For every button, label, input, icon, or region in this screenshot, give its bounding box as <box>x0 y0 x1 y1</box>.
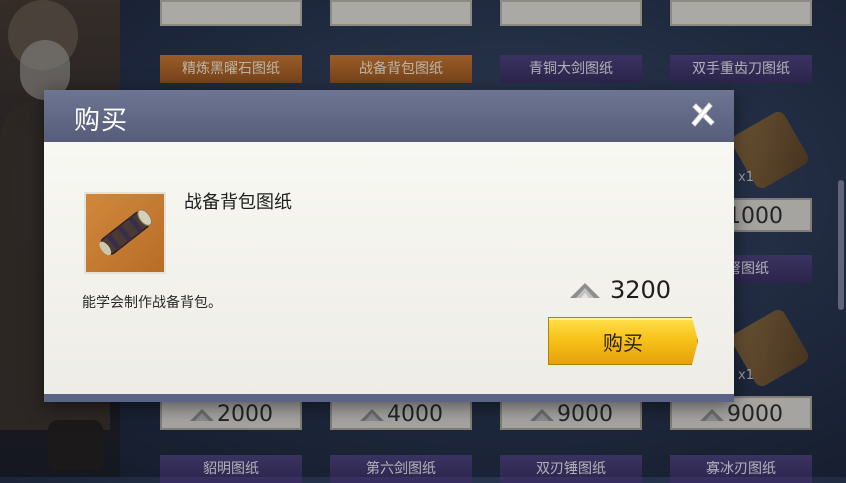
buy-button-label: 购买 <box>603 330 643 355</box>
item-icon-frame <box>84 192 166 274</box>
dialog-footer-bar <box>44 394 734 402</box>
item-name: 战备背包图纸 <box>184 192 292 213</box>
close-button[interactable] <box>686 98 720 132</box>
purchase-dialog: 购买 战备背包图纸 能学会制作战备背包。 3200 购买 <box>44 90 734 402</box>
price-value: 3200 <box>610 276 672 304</box>
buy-button[interactable]: 购买 <box>548 317 698 365</box>
silver-coin-icon <box>570 283 600 298</box>
dialog-title: 购买 <box>74 106 129 136</box>
dialog-header: 购买 <box>44 90 734 142</box>
blueprint-scroll-icon <box>99 209 152 256</box>
item-description: 能学会制作战备背包。 <box>82 295 222 311</box>
price-display: 3200 <box>568 276 671 304</box>
close-icon <box>691 102 715 127</box>
